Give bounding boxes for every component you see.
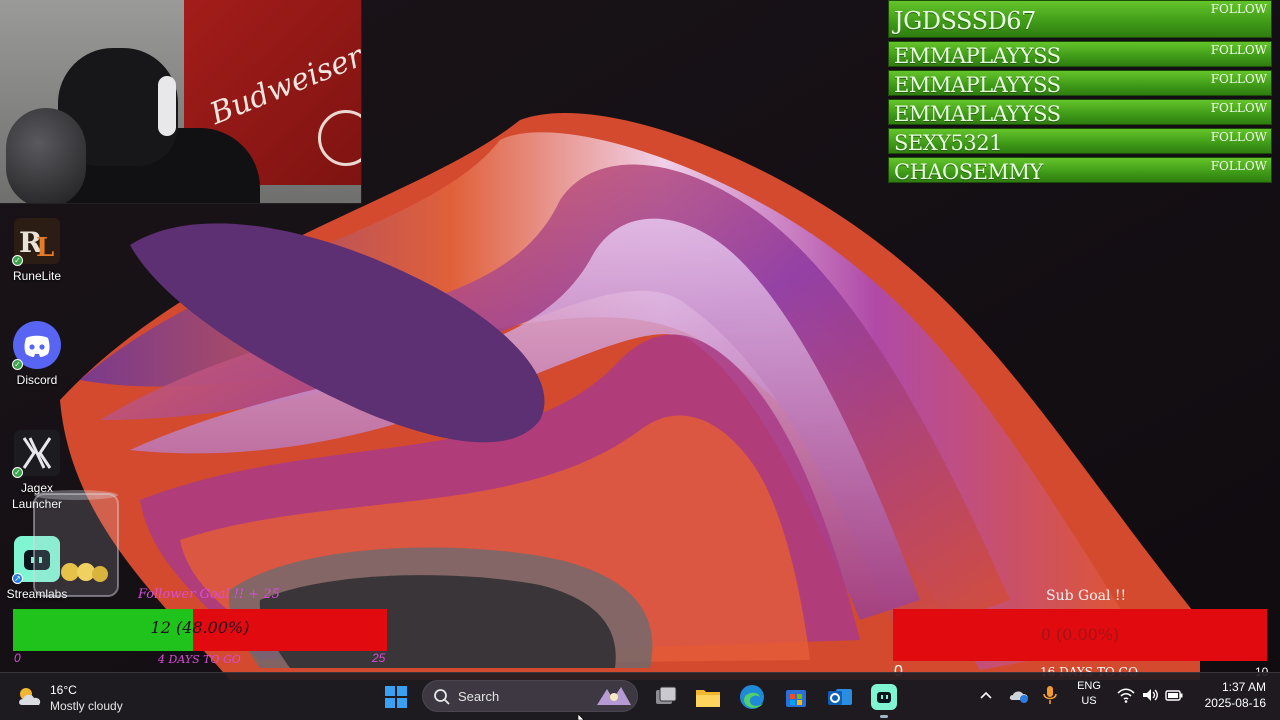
- follower-name: EMMAPLAYYSS: [894, 73, 1061, 97]
- follower-row: EMMAPLAYYSS FOLLOW: [888, 99, 1272, 126]
- sub-goal-bar: 0 (0.00%): [893, 609, 1267, 661]
- follower-row: SEXY5321 FOLLOW: [888, 128, 1272, 155]
- follower-row: JGDSSSD67 FOLLOW: [888, 0, 1272, 38]
- onedrive-icon[interactable]: [1008, 685, 1030, 705]
- sub-goal-title: Sub Goal !!: [1046, 588, 1127, 604]
- follow-tag: FOLLOW: [1210, 101, 1267, 115]
- follower-name: CHAOSEMMY: [894, 160, 1043, 184]
- jagex-icon: ✓: [12, 428, 62, 478]
- follower-goal-days-left: 4 DAYS TO GO: [158, 653, 241, 666]
- file-explorer-icon: [696, 690, 720, 707]
- language-code: ENG: [1077, 680, 1101, 692]
- desktop-icon-label: RuneLite: [12, 269, 62, 283]
- cloudy-weather-icon: [19, 688, 41, 705]
- weather-widget[interactable]: 16°C Mostly cloudy: [16, 679, 146, 715]
- taskbar: 16°C Mostly cloudy Search ENG US 1:37 AM…: [0, 672, 1280, 720]
- clock-time: 1:37 AM: [1221, 680, 1266, 694]
- language-indicator[interactable]: ENG US: [1072, 679, 1106, 709]
- task-view-icon: [656, 686, 677, 704]
- system-clock[interactable]: 1:37 AM 2025-08-16: [1194, 679, 1266, 711]
- edge-icon: [740, 685, 764, 709]
- discord-icon: ✓: [12, 320, 62, 370]
- runelite-icon: R L ✓: [12, 216, 62, 266]
- follow-tag: FOLLOW: [1210, 72, 1267, 86]
- follower-goal-max: 25: [372, 651, 386, 665]
- chevron-up-icon[interactable]: [976, 685, 996, 705]
- weather-condition: Mostly cloudy: [50, 699, 123, 713]
- taskbar-search[interactable]: Search: [422, 680, 638, 712]
- search-placeholder: Search: [458, 689, 500, 704]
- svg-text:L: L: [36, 233, 54, 263]
- follower-goal-min: 0: [14, 651, 21, 665]
- microphone-icon[interactable]: [1040, 684, 1060, 706]
- start-icon: [385, 686, 407, 708]
- follower-goal-bar: 12 (48.00%): [13, 609, 387, 651]
- outlook-button[interactable]: [824, 681, 856, 713]
- sync-check-icon: ✓: [12, 467, 23, 478]
- follow-tag: FOLLOW: [1210, 130, 1267, 144]
- store-icon: [786, 690, 806, 707]
- follow-tag: FOLLOW: [1210, 2, 1267, 16]
- mouse-cursor-icon: [578, 714, 585, 720]
- follower-name: SEXY5321: [894, 131, 1002, 155]
- sync-check-icon: ✓: [12, 255, 23, 266]
- webcam-overlay: Budweiser: [0, 0, 362, 204]
- follower-row: EMMAPLAYYSS FOLLOW: [888, 41, 1272, 68]
- follower-name: JGDSSSD67: [894, 7, 1036, 35]
- follower-goal-title: Follower Goal !! + 25: [138, 587, 280, 602]
- store-button[interactable]: [780, 681, 812, 713]
- battery-icon[interactable]: [1164, 685, 1184, 705]
- running-indicator: [880, 715, 888, 718]
- sync-check-icon: ✓: [12, 359, 23, 370]
- region-code: US: [1081, 695, 1097, 707]
- shortcut-arrow-icon: ↗: [12, 573, 23, 584]
- weather-temp: 16°C: [50, 683, 77, 697]
- edge-button[interactable]: [736, 681, 768, 713]
- follower-name: EMMAPLAYYSS: [894, 102, 1061, 126]
- follow-tag: FOLLOW: [1210, 159, 1267, 173]
- streamlabs-icon: [871, 684, 897, 710]
- follower-goal-progress: 12 (48.00%): [150, 618, 250, 637]
- search-highlight-icon: [597, 687, 631, 705]
- microphone: [6, 108, 86, 203]
- follower-row: EMMAPLAYYSS FOLLOW: [888, 70, 1272, 97]
- clock-date: 2025-08-16: [1204, 696, 1266, 710]
- headset: [158, 76, 176, 136]
- search-icon: [434, 689, 450, 705]
- file-explorer-button[interactable]: [692, 681, 724, 713]
- follow-tag: FOLLOW: [1210, 43, 1267, 57]
- recent-followers-list: JGDSSSD67 FOLLOW EMMAPLAYYSS FOLLOW EMMA…: [888, 0, 1272, 186]
- wifi-icon[interactable]: [1116, 685, 1136, 705]
- streamlabs-taskbar-button[interactable]: [868, 681, 900, 718]
- start-button[interactable]: [380, 681, 412, 713]
- follower-name: EMMAPLAYYSS: [894, 44, 1061, 68]
- desktop-icon-label: Discord: [16, 373, 58, 387]
- desktop-icon-discord[interactable]: ✓ Discord: [0, 320, 74, 388]
- follower-row: CHAOSEMMY FOLLOW: [888, 157, 1272, 184]
- volume-icon[interactable]: [1140, 685, 1160, 705]
- coin-jar-decoration: [33, 490, 119, 597]
- outlook-icon: [828, 689, 852, 705]
- desktop-icon-runelite[interactable]: R L ✓ RuneLite: [0, 216, 74, 284]
- sub-goal-progress: 0 (0.00%): [1040, 625, 1120, 644]
- task-view-button[interactable]: [650, 681, 682, 713]
